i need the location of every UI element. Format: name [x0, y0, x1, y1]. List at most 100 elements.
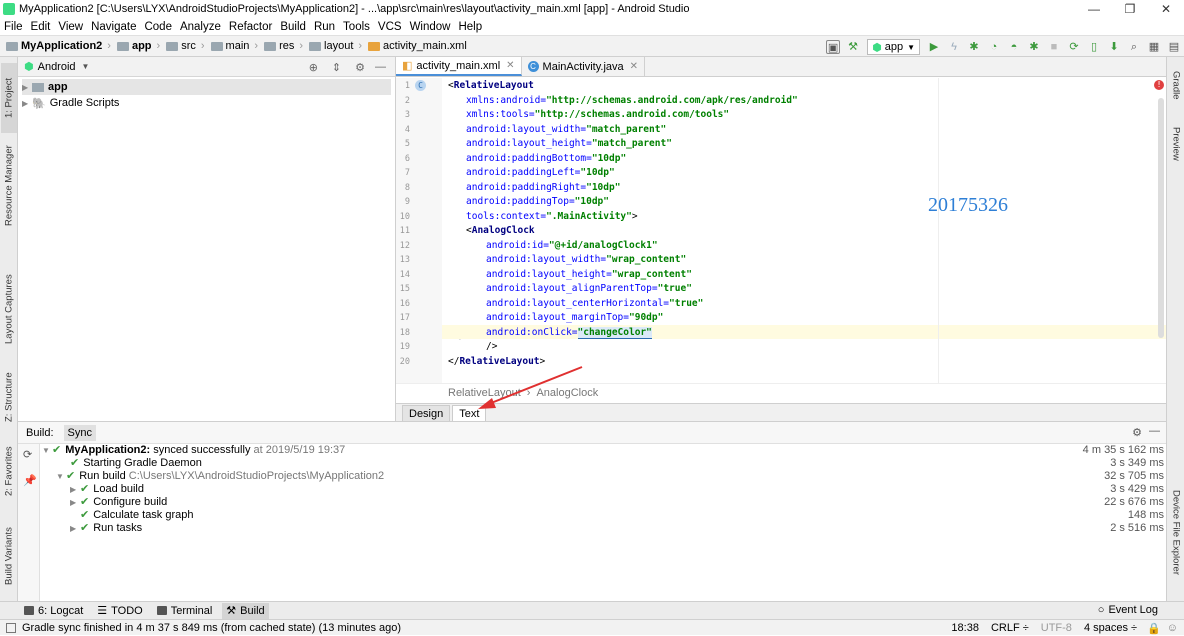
- line-separator[interactable]: CRLF ÷: [991, 622, 1029, 634]
- build-label: Build:: [26, 426, 54, 439]
- menu-navigate[interactable]: Navigate: [91, 21, 136, 33]
- lock-icon[interactable]: 🔒: [1147, 622, 1161, 635]
- tool-windows-icon[interactable]: [6, 622, 16, 633]
- pin-icon[interactable]: 📌: [23, 474, 37, 487]
- build-side-toolbar: ⟳ 📌: [18, 444, 40, 602]
- resource-manager-tab[interactable]: Resource Manager: [1, 141, 17, 231]
- indent-setting[interactable]: 4 spaces ÷: [1084, 622, 1137, 634]
- code-attr: android:id=: [486, 239, 549, 251]
- breadcrumb-main[interactable]: main ›: [210, 40, 258, 52]
- class-icon[interactable]: C: [415, 80, 426, 91]
- project-tool-tab[interactable]: 1: Project: [1, 63, 17, 133]
- menu-help[interactable]: Help: [458, 21, 482, 33]
- apply-changes-icon[interactable]: ϟ: [947, 40, 961, 54]
- editor-scrollbar[interactable]: [1158, 98, 1164, 338]
- tab-terminal[interactable]: Terminal: [153, 603, 217, 619]
- build-row-daemon[interactable]: ✔ Starting Gradle Daemon: [70, 457, 202, 470]
- close-button[interactable]: ✕: [1148, 0, 1184, 18]
- sdk-manager-icon[interactable]: ⬇: [1107, 40, 1121, 54]
- breadcrumb-res[interactable]: res ›: [264, 40, 303, 52]
- build-variants-tab[interactable]: Build Variants: [1, 523, 17, 589]
- breadcrumb-app[interactable]: app ›: [116, 40, 160, 52]
- device-file-explorer-tab[interactable]: Device File Explorer: [1168, 477, 1184, 587]
- tab-main-activity[interactable]: C MainActivity.java ✕: [522, 57, 646, 76]
- breadcrumb-src[interactable]: src ›: [166, 40, 205, 52]
- close-icon[interactable]: ✕: [630, 61, 638, 72]
- collapse-all-icon[interactable]: ⇕: [332, 61, 341, 74]
- caret-position[interactable]: 18:38: [951, 622, 979, 634]
- layout-inspector-icon[interactable]: ▤: [1167, 40, 1181, 54]
- gear-icon[interactable]: ⚙: [355, 61, 365, 74]
- tree-item-app[interactable]: ▶ app: [22, 79, 391, 95]
- make-project-icon[interactable]: ⚒: [846, 40, 860, 54]
- file-encoding[interactable]: UTF-8: [1041, 622, 1072, 634]
- restart-sync-icon[interactable]: ⟳: [23, 448, 32, 461]
- menu-tools[interactable]: Tools: [343, 21, 370, 33]
- profile-icon[interactable]: ◔: [987, 40, 1001, 54]
- layout-captures-tab[interactable]: Layout Captures: [1, 269, 17, 349]
- tab-sync[interactable]: Sync: [63, 424, 96, 441]
- preview-tab[interactable]: Preview: [1168, 119, 1184, 169]
- code-attr: android:paddingLeft=: [466, 167, 581, 178]
- error-indicator-icon[interactable]: !: [1154, 80, 1164, 90]
- status-message[interactable]: Gradle sync finished in 4 m 37 s 849 ms …: [22, 622, 401, 634]
- run-icon[interactable]: ▶: [927, 40, 941, 54]
- debug-icon[interactable]: ✱: [967, 40, 981, 54]
- menu-code[interactable]: Code: [144, 21, 172, 33]
- build-row-task-graph[interactable]: ✔ Calculate task graph: [80, 509, 194, 522]
- project-view-select[interactable]: Android: [38, 61, 76, 73]
- status-bar: Gradle sync finished in 4 m 37 s 849 ms …: [0, 619, 1184, 635]
- coverage-icon[interactable]: ✱: [1027, 40, 1041, 54]
- project-structure-icon[interactable]: ▦: [1147, 40, 1161, 54]
- menu-window[interactable]: Window: [410, 21, 451, 33]
- line-number: 5: [404, 139, 410, 149]
- tree-item-gradle-scripts[interactable]: ▶ 🐘 Gradle Scripts: [22, 95, 391, 111]
- build-row-run-build[interactable]: ▼ ✔ Run build C:\Users\LYX\AndroidStudioPr…: [56, 470, 384, 483]
- overlay-number: 20175326: [928, 194, 1008, 216]
- build-row-run-tasks[interactable]: ▶ ✔ Run tasks: [70, 522, 142, 535]
- inspector-icon[interactable]: ☺: [1167, 622, 1178, 634]
- menu-refactor[interactable]: Refactor: [229, 21, 272, 33]
- attach-debugger-icon[interactable]: ◓: [1007, 40, 1021, 54]
- chevron-down-icon[interactable]: ▼: [82, 62, 90, 71]
- locate-icon[interactable]: ⊕: [309, 61, 318, 74]
- tab-todo[interactable]: ☰ TODO: [93, 603, 146, 619]
- breadcrumb-layout[interactable]: layout ›: [309, 40, 362, 52]
- build-row-load-build[interactable]: ▶ ✔ Load build: [70, 483, 144, 496]
- sync-project-icon[interactable]: ▣: [826, 40, 841, 54]
- gradle-sync-icon[interactable]: ⟳: [1067, 40, 1081, 54]
- breadcrumb-project[interactable]: MyApplication2 ›: [6, 40, 111, 52]
- hide-icon[interactable]: —: [1149, 425, 1160, 437]
- menu-build[interactable]: Build: [280, 21, 306, 33]
- minimize-button[interactable]: —: [1076, 0, 1112, 18]
- hide-icon[interactable]: —: [375, 61, 386, 73]
- tab-logcat[interactable]: 6: Logcat: [20, 603, 87, 619]
- code-editor[interactable]: 1 2 3 4 5 6 7 8 9 10 11 12 13 14 15 16 1…: [396, 78, 1166, 383]
- menu-analyze[interactable]: Analyze: [180, 21, 221, 33]
- gradle-tab[interactable]: Gradle: [1168, 63, 1184, 107]
- avd-manager-icon[interactable]: ▯: [1087, 40, 1101, 54]
- close-icon[interactable]: ✕: [506, 60, 514, 71]
- menu-vcs[interactable]: VCS: [378, 21, 402, 33]
- breadcrumb-file[interactable]: activity_main.xml: [368, 40, 467, 52]
- structure-tab[interactable]: Z: Structure: [1, 367, 17, 427]
- menu-run[interactable]: Run: [314, 21, 335, 33]
- gear-icon[interactable]: ⚙: [1132, 426, 1142, 439]
- android-studio-icon: [3, 3, 15, 15]
- tab-design[interactable]: Design: [402, 405, 451, 421]
- run-configuration-select[interactable]: ⬢ app ▼: [867, 39, 920, 55]
- build-row-configure-build[interactable]: ▶ ✔ Configure build: [70, 496, 167, 509]
- build-row-root[interactable]: ▼ ✔ MyApplication2: synced successfully at…: [42, 444, 345, 457]
- favorites-tab[interactable]: 2: Favorites: [1, 443, 17, 499]
- event-log-tab[interactable]: ○ Event Log: [1098, 604, 1158, 616]
- maximize-button[interactable]: ❐: [1112, 0, 1148, 18]
- code-value: "match_parent": [586, 123, 667, 135]
- tab-activity-main[interactable]: ◧ activity_main.xml ✕: [396, 57, 522, 76]
- menu-edit[interactable]: Edit: [31, 21, 51, 33]
- code-value: "changeColor": [577, 326, 652, 339]
- menu-file[interactable]: File: [4, 21, 23, 33]
- tab-build[interactable]: ⚒ Build: [222, 602, 269, 619]
- menu-view[interactable]: View: [58, 21, 83, 33]
- search-icon[interactable]: ⌕: [1127, 40, 1141, 54]
- stop-icon[interactable]: ■: [1047, 40, 1061, 54]
